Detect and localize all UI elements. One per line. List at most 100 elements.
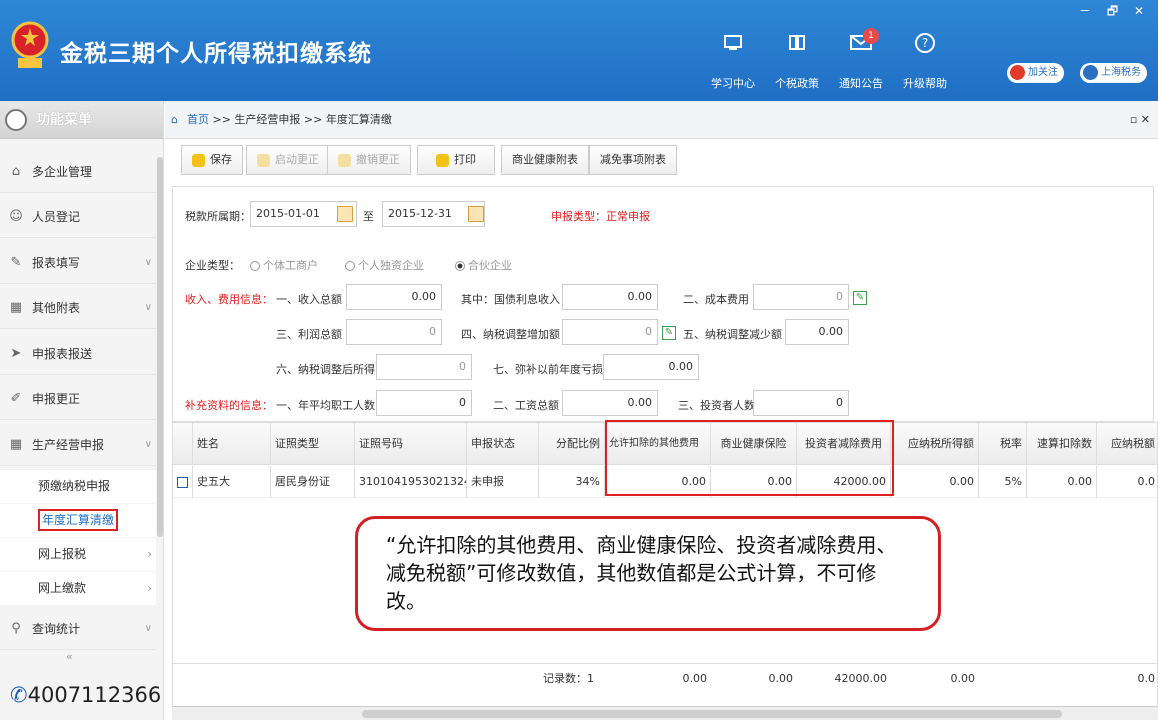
sidebar-sub-online-pay[interactable]: 网上缴款 ›	[0, 572, 156, 605]
header-ratio: 分配比例	[539, 423, 605, 465]
loss-offset-input[interactable]: 0.00	[603, 354, 699, 380]
adjust-decrease-input[interactable]: 0.00	[785, 319, 849, 345]
weibo-follow-button[interactable]: 加关注	[1007, 63, 1064, 83]
total-income-input[interactable]: 0.00	[346, 284, 442, 310]
cell-id-type: 居民身份证	[271, 466, 355, 498]
sidebar-item-label: 报表填写	[32, 256, 81, 270]
breadcrumb-home[interactable]: 首页	[187, 113, 209, 126]
building-icon: ⌂	[11, 164, 21, 179]
sidebar-item-query[interactable]: ⚲ 查询统计 ∨	[0, 608, 156, 650]
editable-columns-highlight	[605, 420, 894, 496]
sum-other-deduction: 0.00	[682, 672, 708, 685]
edit-icon[interactable]: ✎	[853, 291, 867, 305]
header-taxable-income: 应纳税所得额	[891, 423, 979, 465]
sidebar-sub-label: 预缴纳税申报	[38, 479, 111, 493]
cell-quick-deduction: 0.00	[1027, 466, 1097, 498]
table-horizontal-scrollbar[interactable]	[172, 706, 1158, 720]
adjusted-income-input[interactable]: 0	[376, 354, 472, 380]
sidebar-item-report-fill[interactable]: ✎ 报表填写 ∨	[0, 242, 156, 284]
cell-ratio: 34%	[539, 466, 605, 498]
sidebar-sub-online-file[interactable]: 网上报税 ›	[0, 538, 156, 571]
sidebar-item-personnel[interactable]: ☺ 人员登记	[0, 196, 156, 238]
national-emblem-icon	[11, 21, 49, 68]
row-checkbox[interactable]	[173, 466, 193, 498]
gov-bond-label: 其中：国债利息收入	[461, 293, 560, 306]
health-attach-button[interactable]: 商业健康附表	[501, 145, 589, 175]
print-button[interactable]: 打印	[417, 145, 495, 175]
search-icon: ⚲	[11, 621, 21, 636]
weibo-label: 加关注	[1028, 67, 1058, 78]
report-type: 申报类型：正常申报	[551, 208, 650, 224]
radio-icon	[345, 261, 355, 271]
cost-input[interactable]: 0	[753, 284, 849, 310]
supp-section-label: 补充资料的信息：	[185, 399, 273, 412]
f7-label: 七、弥补以前年度亏损	[493, 363, 603, 376]
gov-bond-input[interactable]: 0.00	[562, 284, 658, 310]
sidebar-sub-annual[interactable]: 年度汇算清缴	[0, 504, 156, 537]
f4-label: 四、纳税调整增加额	[461, 328, 560, 341]
breadcrumb: ⌂ 首页 >> 生产经营申报 >> 年度汇算清缴 ▫ ✕	[165, 101, 1158, 139]
sidebar-sub-prepay[interactable]: 预缴纳税申报	[0, 470, 156, 503]
scroll-thumb[interactable]	[362, 710, 1062, 718]
sum-taxable-income: 0.00	[950, 672, 976, 685]
radio-sole[interactable]: 个人独资企业	[345, 257, 424, 273]
relief-attach-button[interactable]: 减免事项附表	[589, 145, 677, 175]
save-label: 保存	[210, 153, 232, 166]
sidebar-title: 功能菜单	[36, 112, 92, 128]
pencil-icon: ✐	[10, 391, 22, 406]
radio-icon	[455, 261, 465, 271]
calendar-icon[interactable]	[337, 206, 353, 222]
weibo-icon	[1010, 64, 1025, 80]
chevron-down-icon: ∨	[144, 439, 152, 450]
checkbox-icon	[177, 476, 188, 488]
radio-partnership[interactable]: 合伙企业	[455, 257, 512, 273]
adjust-increase-input[interactable]: 0	[562, 319, 658, 345]
question-icon: ?	[897, 32, 953, 60]
sidebar-item-correction[interactable]: ✐ 申报更正	[0, 378, 156, 420]
edit-icon[interactable]: ✎	[662, 326, 676, 340]
sidebar-sub-label: 网上缴款	[38, 581, 87, 595]
investor-count-input[interactable]: 0	[753, 390, 849, 416]
window-controls[interactable]: － 🗗 ✕	[1079, 2, 1150, 23]
undo-correct-label: 撤销更正	[356, 153, 400, 166]
close-tab-icon[interactable]: ▫ ✕	[1130, 101, 1150, 139]
radio-individual[interactable]: 个体工商户	[250, 257, 318, 273]
profit-input[interactable]: 0	[346, 319, 442, 345]
nav-upgrade-help[interactable]: ? 升级帮助	[897, 32, 953, 91]
sidebar-item-label: 人员登记	[32, 210, 81, 224]
sidebar-item-submit[interactable]: ➤ 申报表报送	[0, 333, 156, 375]
app-header: 金税三期个人所得税扣缴系统 － 🗗 ✕ 学习中心 个税政策 1 通知公告 ? 升…	[0, 0, 1158, 101]
cell-tax-payable: 0.0	[1137, 475, 1156, 488]
hotline-phone: ✆4007112366	[10, 683, 161, 707]
header-tax-payable: 应纳税额	[1111, 437, 1155, 450]
sidebar-item-label: 申报表报送	[32, 347, 93, 361]
total-wage-input[interactable]: 0.00	[562, 390, 658, 416]
chevron-right-icon: ›	[147, 581, 152, 595]
undo-correct-button[interactable]: 撤销更正	[327, 145, 411, 175]
save-button[interactable]: 保存	[181, 145, 243, 175]
sidebar-item-other-attach[interactable]: ▦ 其他附表 ∨	[0, 287, 156, 329]
cell-id-no: 3101041953021324...	[355, 466, 467, 498]
collapse-sidebar-icon[interactable]: «	[66, 650, 73, 663]
nav-notices[interactable]: 1 通知公告	[833, 28, 889, 91]
print-icon	[436, 153, 449, 167]
sidebar-scrollbar[interactable]	[157, 157, 163, 537]
shanghai-tax-label: 上海税务	[1101, 67, 1141, 78]
sidebar-item-business[interactable]: ▦ 生产经营申报 ∨	[0, 424, 156, 466]
start-correct-button[interactable]: 启动更正	[246, 145, 330, 175]
radio-label: 个人独资企业	[358, 259, 424, 272]
sidebar-item-label: 多企业管理	[32, 165, 93, 179]
avg-staff-input[interactable]: 0	[376, 390, 472, 416]
f6-label: 六、纳税调整后所得	[276, 363, 375, 376]
shanghai-tax-button[interactable]: 上海税务	[1080, 63, 1147, 83]
chevron-down-icon: ∨	[144, 302, 152, 313]
calendar-icon[interactable]	[468, 206, 484, 222]
sidebar-item-multi-company[interactable]: ⌂ 多企业管理	[0, 151, 156, 193]
send-icon: ➤	[10, 346, 22, 361]
s3-label: 三、投资者人数	[678, 399, 755, 412]
nav-learning-center[interactable]: 学习中心	[705, 32, 761, 91]
declaration-form: 税款所属期： 2015-01-01 至 2015-12-31 申报类型：正常申报…	[172, 186, 1154, 422]
nav-tax-policy[interactable]: 个税政策	[769, 32, 825, 91]
header-status: 申报状态	[467, 423, 539, 465]
menu-icon	[5, 109, 27, 131]
